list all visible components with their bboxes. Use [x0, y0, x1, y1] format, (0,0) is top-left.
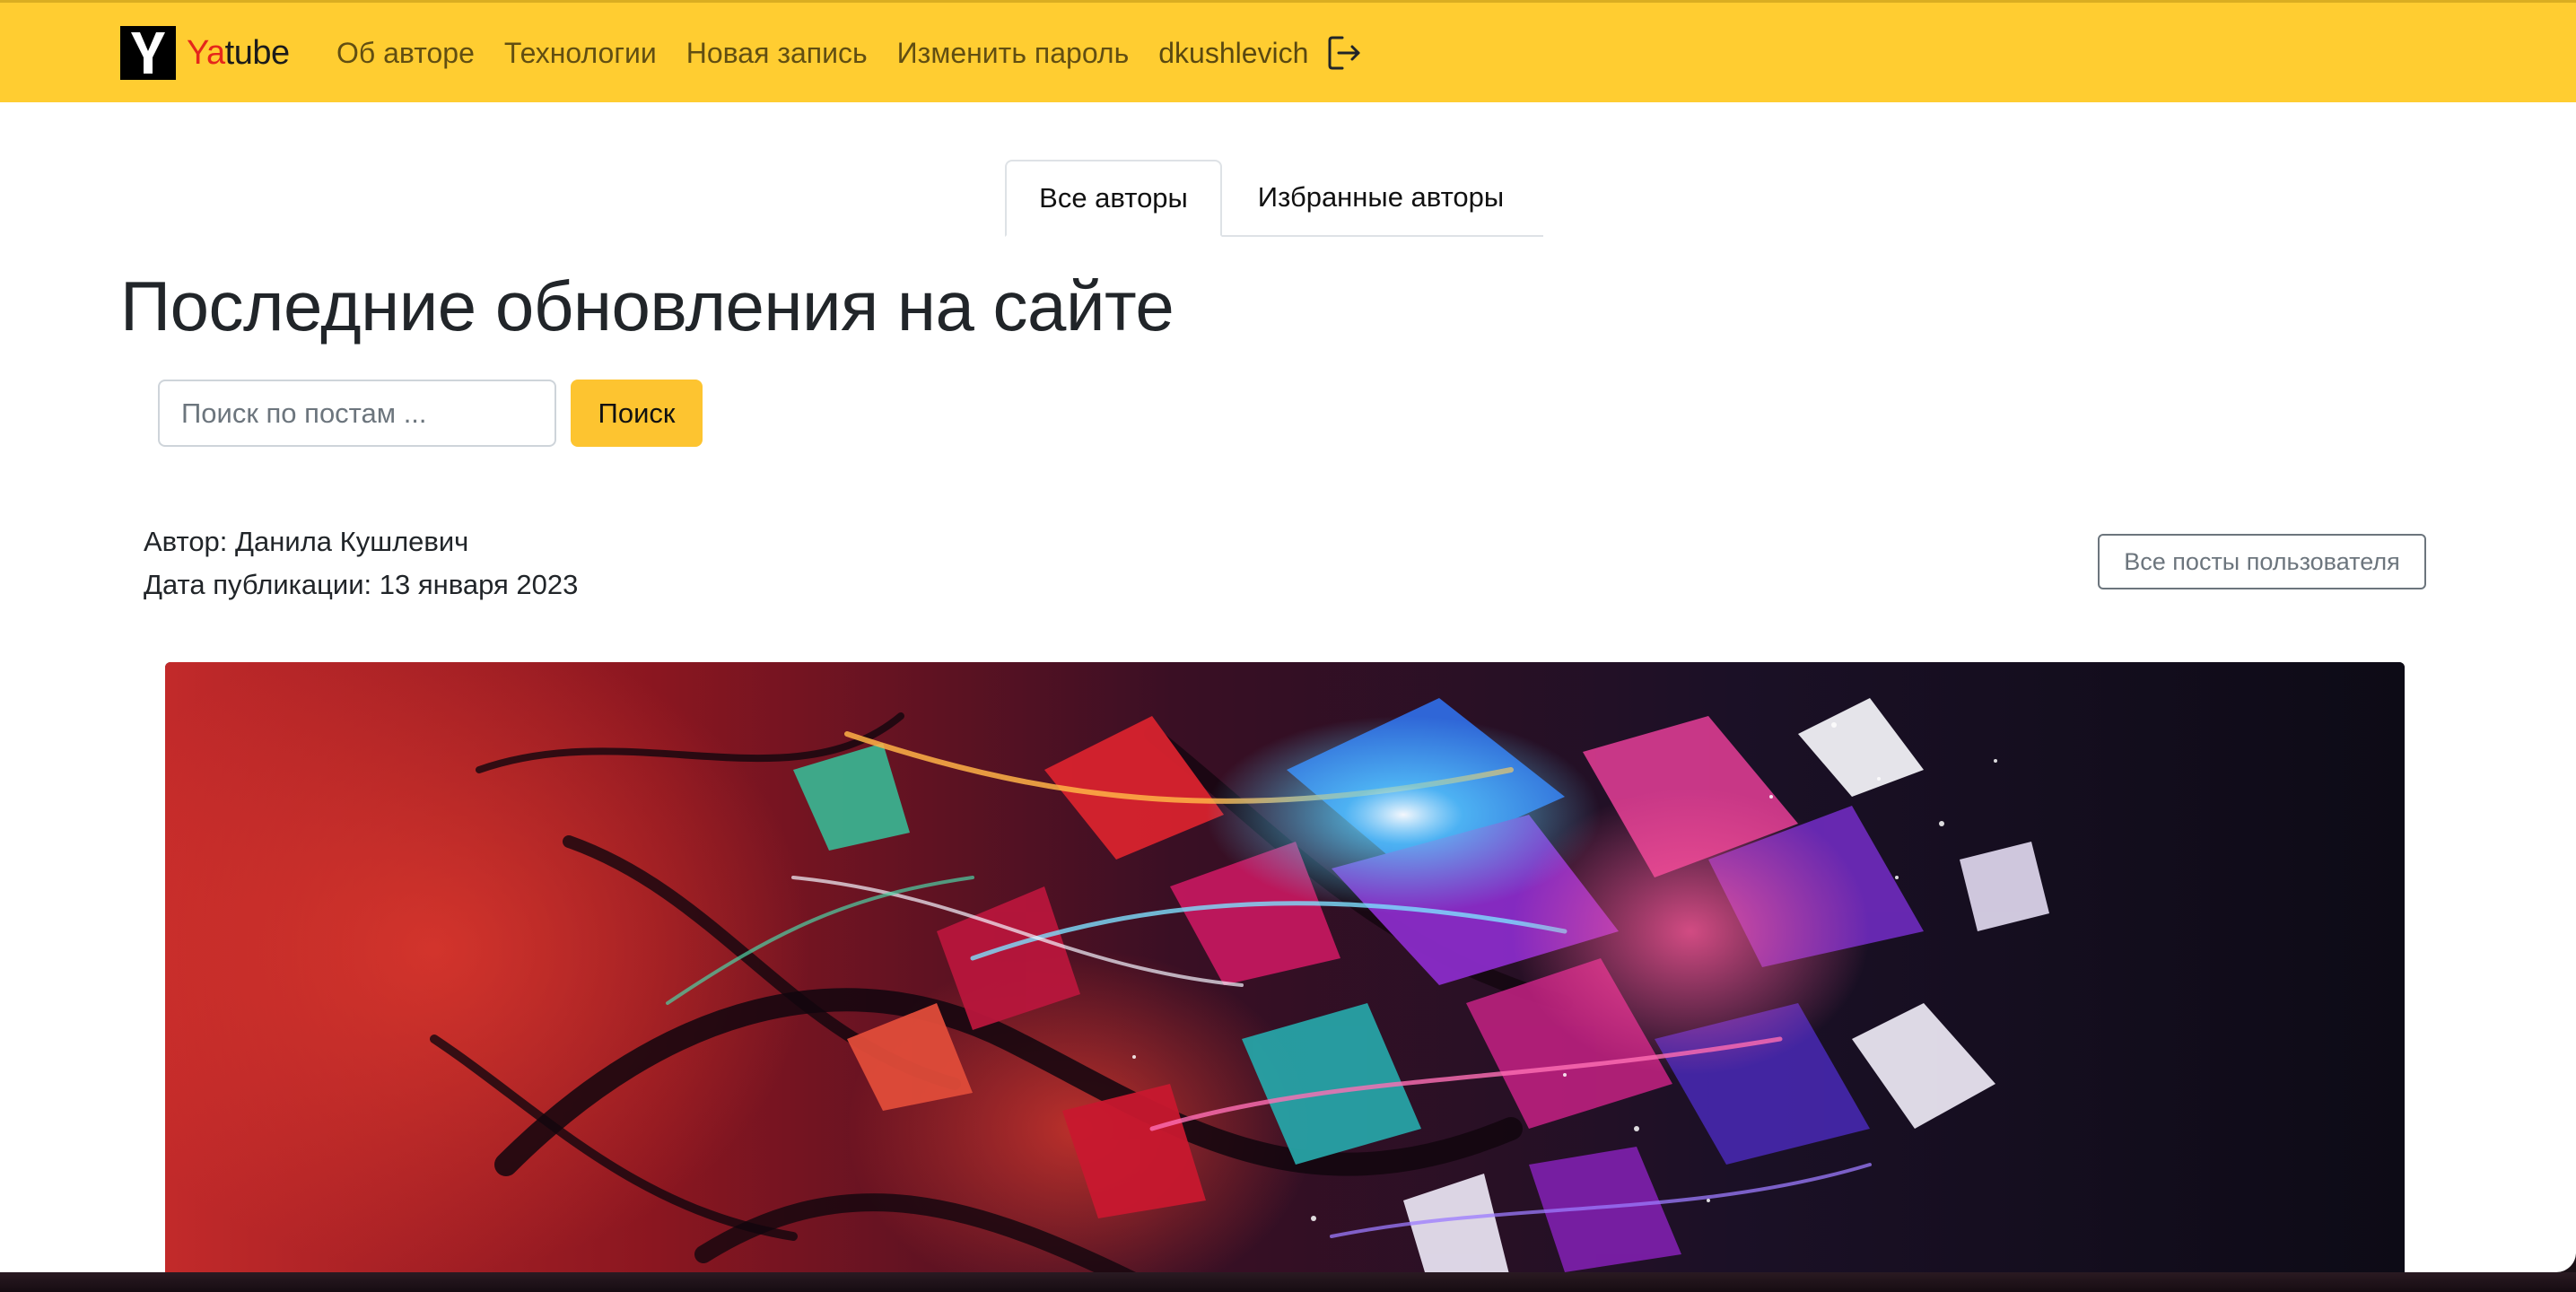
brand-name-suffix: tube — [224, 33, 290, 72]
tab-favorite-authors[interactable]: Избранные авторы — [1222, 160, 1540, 235]
nav-link-about[interactable]: Об авторе — [336, 37, 475, 70]
search-button[interactable]: Поиск — [571, 380, 703, 447]
desktop-background — [0, 1272, 2576, 1292]
navbar: Yatube Об авторе Технологии Новая запись… — [0, 0, 2576, 102]
nav-link-new-post[interactable]: Новая запись — [686, 37, 868, 70]
nav-links: Об авторе Технологии Новая запись Измени… — [336, 26, 1364, 80]
brand-link[interactable]: Yatube — [120, 26, 290, 80]
brand-name: Yatube — [187, 34, 290, 73]
brand-name-prefix: Ya — [187, 33, 225, 72]
navbar-top-border — [0, 0, 2576, 3]
logout-icon[interactable] — [1324, 33, 1364, 73]
tab-all-authors[interactable]: Все авторы — [1005, 160, 1222, 237]
post-author: Автор: Данила Кушлевич — [144, 526, 469, 557]
nav-link-change-password[interactable]: Изменить пароль — [897, 37, 1130, 70]
author-tabs: Все авторы Избранные авторы — [1005, 160, 1543, 237]
abstract-art-image[interactable] — [165, 662, 2405, 1272]
all-posts-button[interactable]: Все посты пользователя — [2098, 534, 2426, 589]
brand-logo-icon — [120, 26, 176, 80]
nav-link-tech[interactable]: Технологии — [504, 37, 657, 70]
post-meta: Автор: Данила Кушлевич Дата публикации: … — [144, 520, 578, 607]
browser-window: Yatube Об авторе Технологии Новая запись… — [0, 0, 2576, 1272]
post-date: Дата публикации: 13 января 2023 — [144, 569, 579, 600]
page-title: Последние обновления на сайте — [120, 266, 1174, 345]
search-input[interactable] — [158, 380, 556, 447]
nav-username[interactable]: dkushlevich — [1158, 37, 1308, 70]
